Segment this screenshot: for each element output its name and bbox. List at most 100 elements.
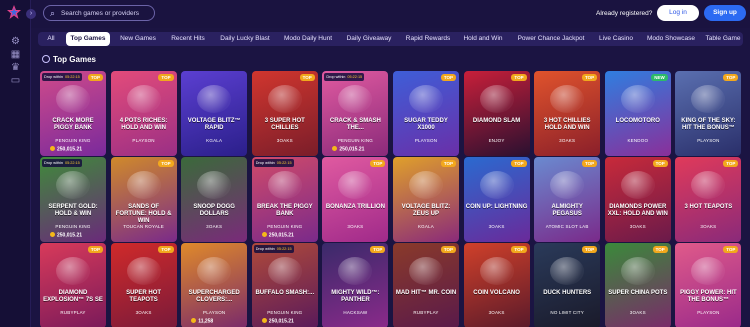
- game-tile[interactable]: Supercharged Clovers:... PLAYSON 11,258: [181, 243, 248, 327]
- search-icon: ⌕: [50, 8, 56, 18]
- game-tile[interactable]: Super China Pots 3OAKS TOP: [604, 243, 671, 327]
- tab-all[interactable]: All: [40, 32, 62, 46]
- game-tile[interactable]: Diamond Slam ENJOY TOP: [463, 71, 530, 156]
- search-box[interactable]: ⌕: [43, 5, 155, 21]
- gear-icon[interactable]: ⚙: [10, 36, 21, 47]
- lobby-icon[interactable]: ▭: [10, 75, 21, 86]
- game-tile[interactable]: Piggy Power: Hit the Bonus™ PLAYSON TOP: [675, 243, 742, 327]
- top-badge: TOP: [652, 160, 668, 167]
- game-tile[interactable]: Mighty Wild™: Panther HACKSAW TOP: [322, 243, 389, 327]
- game-tile[interactable]: Mad Hit™ Mr. Coin RUBYPLAY TOP: [393, 243, 459, 327]
- top-badge: TOP: [582, 160, 598, 167]
- top-badge: TOP: [582, 246, 598, 253]
- drop-label: Drop within: [255, 161, 275, 165]
- game-tile[interactable]: Super Hot Teapots 3OAKS TOP: [110, 243, 177, 327]
- game-title: 3 Hot Chillies Hold and Win: [543, 118, 591, 131]
- game-provider: PENGUIN KING: [55, 224, 91, 229]
- sidebar-toggle-chevron-icon[interactable]: ›: [26, 9, 36, 19]
- tab-rapid-rewards[interactable]: Rapid Rewards: [402, 32, 454, 46]
- signup-button[interactable]: Sign up: [704, 5, 746, 21]
- game-title: Piggy Power: Hit the Bonus™: [680, 290, 737, 303]
- game-tile[interactable]: King of the Sky: Hit the Bonus™ PLAYSON TO…: [675, 71, 742, 156]
- app: ⚙ ▦ ♛ ▭ › ⌕ Already registered? Log in S…: [0, 0, 750, 327]
- game-tile[interactable]: Serpent Gold: Hold & Win PENGUIN KING Drop…: [40, 157, 106, 242]
- game-provider: ATOMIC SLOT LAB: [545, 224, 589, 229]
- game-title: Break the Piggy Bank: [256, 204, 313, 217]
- game-title: Mighty Wild™: Panther: [331, 290, 380, 303]
- game-tile[interactable]: Duck Hunters NO LIMIT CITY TOP: [534, 243, 601, 327]
- top-badge: TOP: [158, 160, 174, 167]
- game-thumbnail: [322, 71, 389, 156]
- game-thumbnail: [604, 157, 671, 242]
- jackpot-amount: 11,258: [191, 318, 213, 325]
- game-tile[interactable]: Snoop Dogg Dollars 3OAKS: [181, 157, 248, 242]
- tab-table-game[interactable]: Table Game: [704, 32, 742, 46]
- game-tile[interactable]: 3 Hot Teapots 3OAKS TOP: [675, 157, 742, 242]
- game-title: Mad Hit™ Mr. Coin: [395, 290, 457, 296]
- game-tile[interactable]: Voltage Blitz: Zeus Up KGALA TOP: [393, 157, 459, 242]
- top-badge: TOP: [440, 246, 456, 253]
- search-input[interactable]: [61, 7, 153, 19]
- game-provider: ENJOY: [488, 138, 505, 143]
- tab-daily-giveaway[interactable]: Daily Giveaway: [342, 32, 396, 46]
- game-tile[interactable]: Coin Volcano 3OAKS TOP: [463, 243, 530, 327]
- tab-modo-daily-hunt[interactable]: Modo Daily Hunt: [279, 32, 337, 46]
- tab-hold-and-win[interactable]: Hold and Win: [459, 32, 507, 46]
- game-title: 3 Super Hot Chillies: [264, 118, 305, 131]
- game-tile[interactable]: 3 Hot Chillies Hold and Win 3OAKS TOP: [534, 71, 601, 156]
- tab-top-games[interactable]: Top Games: [66, 32, 110, 46]
- game-tile[interactable]: Crack & Smash the... PENGUIN KING Drop wit…: [322, 71, 389, 156]
- login-button[interactable]: Log in: [657, 5, 699, 21]
- top-badge: TOP: [158, 246, 174, 253]
- brand-logo-icon[interactable]: [6, 4, 22, 20]
- top-badge: TOP: [511, 160, 527, 167]
- game-title: Duck Hunters: [543, 290, 592, 296]
- tab-new-games[interactable]: New Games: [115, 32, 161, 46]
- game-title: Supercharged Clovers:...: [188, 290, 240, 303]
- tab-live-casino[interactable]: Live Casino: [595, 32, 637, 46]
- game-art-shape: [197, 171, 232, 199]
- game-tile[interactable]: Buffalo Smash:... PENGUIN KING Drop within…: [251, 243, 318, 327]
- jackpot-value: 11,258: [198, 318, 214, 325]
- game-tile[interactable]: Coin Up: Lightning 3OAKS TOP: [463, 157, 530, 242]
- game-art-shape: [409, 85, 443, 113]
- top-badge: TOP: [440, 74, 456, 81]
- tab-power-chance-jackpot[interactable]: Power Chance Jackpot: [513, 32, 589, 46]
- game-art-shape: [267, 85, 302, 113]
- game-provider: PENGUIN KING: [267, 310, 303, 315]
- jackpot-value: 250,015.21: [268, 232, 294, 239]
- coin-icon: [50, 146, 55, 151]
- game-provider: PENGUIN KING: [267, 224, 303, 229]
- slots-icon[interactable]: ▦: [10, 49, 21, 60]
- tab-recent-hits[interactable]: Recent Hits: [165, 32, 211, 46]
- game-art-shape: [620, 85, 655, 113]
- jackpot-amount: 250,015.21: [261, 232, 294, 239]
- game-thumbnail: [251, 157, 318, 242]
- game-tile[interactable]: 3 Super Hot Chillies 3OAKS TOP: [251, 71, 318, 156]
- drop-label: Drop within: [326, 75, 346, 79]
- game-tile[interactable]: Voltage Blitz™ Rapid KGALA: [181, 71, 248, 156]
- tab-daily-lucky-blast[interactable]: Daily Lucky Blast: [216, 32, 274, 46]
- game-art-shape: [56, 171, 90, 199]
- game-art-shape: [479, 85, 514, 113]
- game-art-shape: [691, 85, 726, 113]
- drop-timer: 05:22:15: [65, 161, 80, 165]
- game-tile[interactable]: Sands of Fortune: Hold & Win TOUCAN ROYAL…: [110, 157, 177, 242]
- game-tile[interactable]: Almighty Pegasus ATOMIC SLOT LAB TOP: [534, 157, 601, 242]
- top-badge: TOP: [652, 246, 668, 253]
- jackpot-amount: 250,015.21: [50, 232, 82, 239]
- drop-timer-badge: Drop within 05:22:15: [324, 73, 365, 81]
- game-tile[interactable]: Diamonds Power XXL: Hold and Win 3OAKS TOP: [604, 157, 671, 242]
- game-tile[interactable]: Diamond Explosion™ 7s SE RUBYPLAY TOP: [40, 243, 106, 327]
- game-tile[interactable]: Bonanza Trillion 3OAKS TOP: [322, 157, 389, 242]
- game-tile[interactable]: Crack More Piggy Bank PENGUIN KING TOP Drop…: [40, 71, 106, 156]
- trophy-icon[interactable]: ♛: [10, 62, 21, 73]
- new-badge: NEW: [651, 74, 668, 81]
- game-title: Almighty Pegasus: [551, 204, 583, 217]
- tab-modo-showcase[interactable]: Modo Showcase: [643, 32, 699, 46]
- game-provider: PLAYSON: [203, 310, 226, 315]
- game-tile[interactable]: Sugar Teddy X1000 PLAYSON TOP: [393, 71, 459, 156]
- game-tile[interactable]: Locomotoro KENDOO NEW: [604, 71, 671, 156]
- game-tile[interactable]: Break the Piggy Bank PENGUIN KING Drop wit…: [251, 157, 318, 242]
- game-tile[interactable]: 4 Pots Riches: Hold and Win PLAYSON TOP: [110, 71, 177, 156]
